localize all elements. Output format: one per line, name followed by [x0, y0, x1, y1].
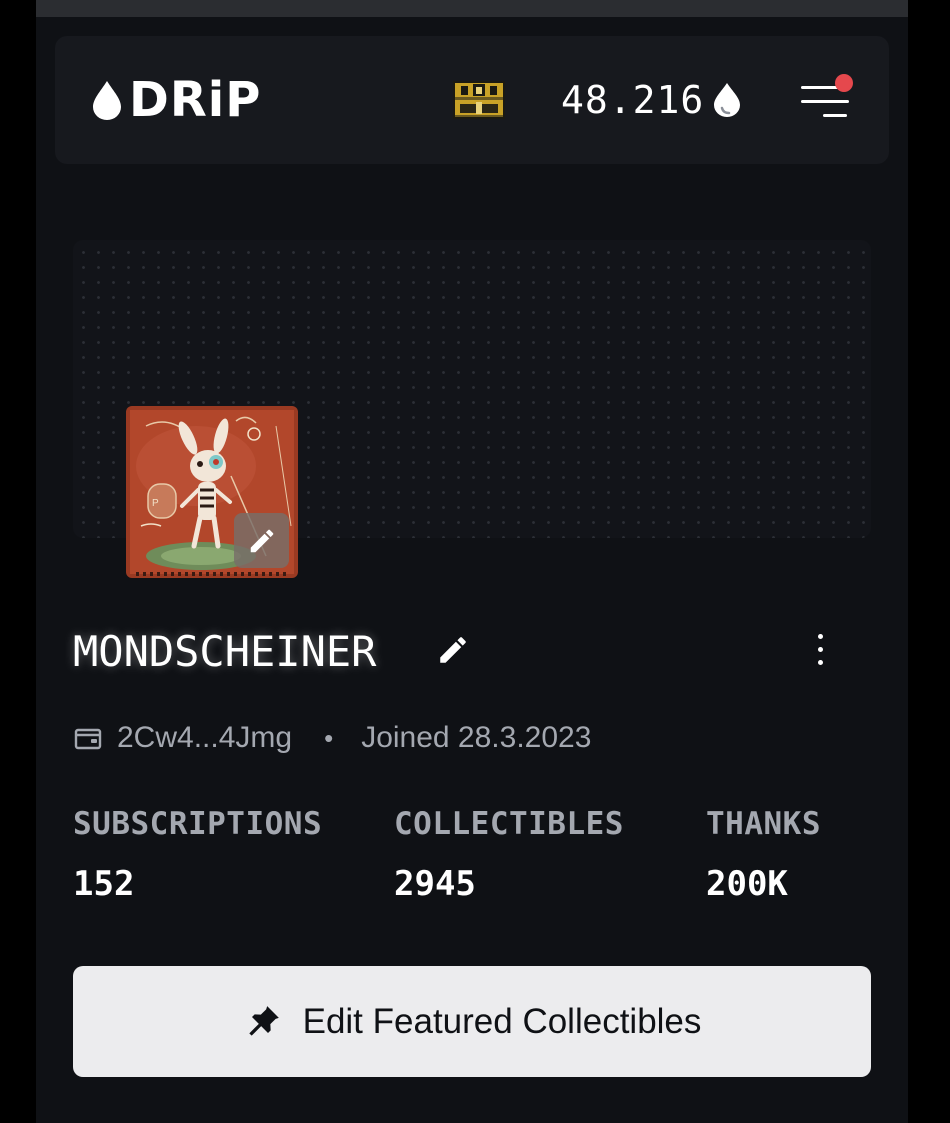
stat-collectibles-value[interactable]: 2945 [394, 862, 476, 906]
pencil-icon[interactable] [436, 632, 470, 668]
drip-logo[interactable]: DRiP [91, 76, 261, 124]
balance-value: 48.216 [561, 78, 705, 122]
hamburger-menu-button[interactable] [799, 74, 853, 120]
pencil-icon [250, 529, 273, 552]
menu-line [801, 100, 849, 103]
stat-subscriptions-value[interactable]: 152 [73, 862, 134, 906]
water-drop-icon [93, 81, 121, 120]
treasure-chest-icon[interactable] [452, 80, 506, 120]
stat-thanks-value: 200K [706, 864, 788, 904]
top-status-strip [36, 0, 908, 17]
profile-username: MONDSCHEINER [73, 627, 377, 676]
edit-featured-collectibles-button[interactable]: Edit Featured Collectibles [73, 966, 871, 1077]
menu-line [823, 114, 847, 117]
kebab-dot [818, 634, 823, 639]
logo-text: DRiP [129, 72, 262, 128]
droplet-icon [714, 83, 741, 117]
header-bar: DRiP 48.216 [55, 36, 889, 164]
app-frame: DRiP 48.216 P MONDSCHEINER 2Cw4...4Jmg •… [36, 0, 908, 1123]
stat-thanks-label: THANKS [706, 806, 821, 842]
pin-icon [248, 1005, 279, 1036]
svg-text:P: P [152, 498, 159, 509]
joined-date: Joined 28.3.2023 [361, 721, 592, 754]
kebab-dot [818, 660, 823, 665]
stat-subscriptions-label[interactable]: SUBSCRIPTIONS [73, 804, 322, 844]
edit-featured-label: Edit Featured Collectibles [302, 1001, 702, 1041]
avatar-edit-button[interactable] [234, 513, 289, 568]
meta-separator: • [324, 722, 334, 753]
kebab-dot [818, 647, 823, 652]
stat-collectibles-label[interactable]: COLLECTIBLES [394, 804, 624, 844]
notification-dot [835, 74, 853, 92]
profile-meta: 2Cw4...4Jmg • Joined 28.3.2023 [73, 718, 591, 758]
wallet-address[interactable]: 2Cw4...4Jmg [117, 721, 292, 755]
drip-balance[interactable]: 48.216 [561, 76, 742, 124]
wallet-icon [74, 728, 102, 750]
kebab-menu-icon[interactable] [806, 630, 834, 670]
